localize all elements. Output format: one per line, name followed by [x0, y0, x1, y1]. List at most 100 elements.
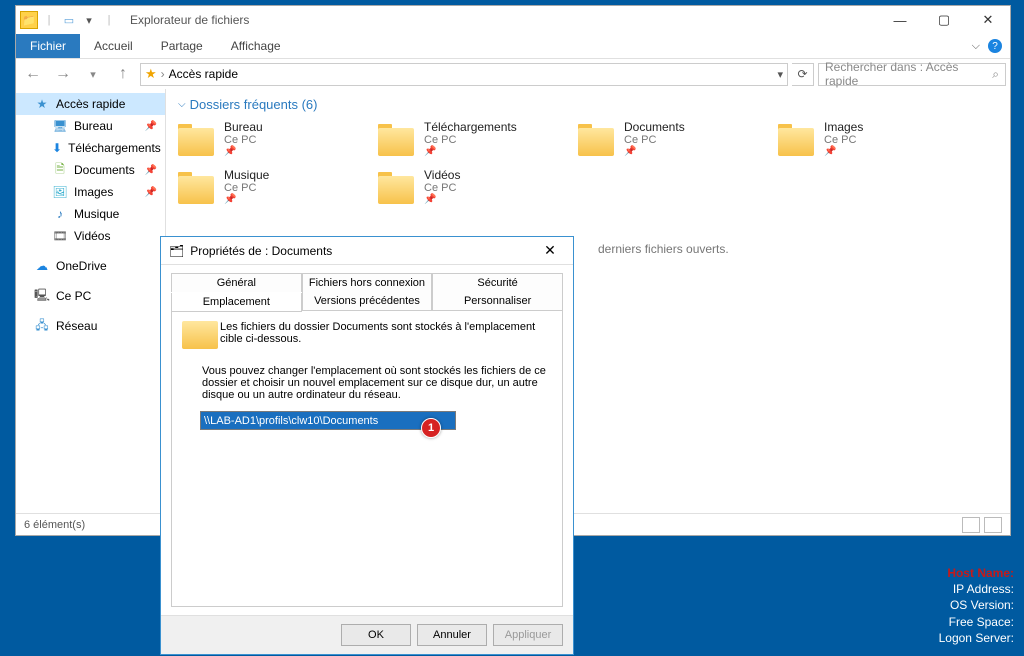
location-desc-1: Les fichiers du dossier Documents sont s…	[220, 321, 552, 351]
back-button[interactable]: ←	[20, 61, 46, 87]
os-label: OS Version:	[939, 597, 1014, 613]
desktop-icon: 🖥	[52, 118, 68, 134]
pin-icon: 📌	[424, 194, 460, 205]
tab-share[interactable]: Partage	[147, 34, 217, 58]
ok-button[interactable]: OK	[341, 624, 411, 646]
view-details-button[interactable]	[962, 517, 980, 533]
tab-location[interactable]: Emplacement	[171, 293, 302, 312]
qat-dropdown-icon[interactable]: ▾	[80, 11, 98, 29]
folder-card[interactable]: Images Ce PC 📌	[778, 120, 958, 158]
cancel-button[interactable]: Annuler	[417, 624, 487, 646]
explorer-icon: 📁	[20, 11, 38, 29]
folder-card[interactable]: Documents Ce PC 📌	[578, 120, 758, 158]
dialog-close-button[interactable]: ✕	[535, 239, 565, 263]
folder-card[interactable]: Bureau Ce PC 📌	[178, 120, 358, 158]
quick-access-icon: ★	[145, 66, 157, 82]
tab-body: Les fichiers du dossier Documents sont s…	[171, 311, 563, 607]
close-button[interactable]: ✕	[966, 6, 1010, 34]
section-frequent-folders[interactable]: ⌵ Dossiers fréquents (6)	[178, 97, 998, 112]
search-icon: ⌕	[992, 67, 999, 82]
window-title: Explorateur de fichiers	[130, 13, 249, 27]
folder-location: Ce PC	[624, 134, 685, 146]
folder-card[interactable]: Musique Ce PC 📌	[178, 168, 358, 206]
search-placeholder: Rechercher dans : Accès rapide	[825, 60, 992, 88]
image-icon: 🖼	[52, 184, 68, 200]
sidebar-network[interactable]: 🖧Réseau	[16, 315, 165, 337]
cloud-icon: ☁	[34, 258, 50, 274]
tab-view[interactable]: Affichage	[217, 34, 295, 58]
help-icon[interactable]: ?	[988, 39, 1002, 53]
folder-icon	[178, 120, 216, 158]
tab-customize[interactable]: Personnaliser	[432, 292, 563, 311]
refresh-button[interactable]: ⟳	[792, 63, 814, 86]
pin-icon: 📌	[224, 146, 263, 157]
address-bar[interactable]: ★ › Accès rapide ▾	[140, 63, 788, 86]
qat-separator: |	[100, 11, 118, 29]
pin-icon: 📌	[145, 165, 157, 176]
forward-button[interactable]: →	[50, 61, 76, 87]
location-desc-2: Vous pouvez changer l'emplacement où son…	[182, 361, 552, 411]
tab-general[interactable]: Général	[171, 273, 302, 292]
apply-button[interactable]: Appliquer	[493, 624, 563, 646]
address-dropdown-icon[interactable]: ▾	[777, 68, 783, 81]
dialog-buttons: OK Annuler Appliquer	[161, 615, 573, 654]
folder-icon	[178, 168, 216, 206]
sidebar-item-videos[interactable]: 🎞Vidéos	[16, 225, 165, 247]
sidebar-thispc[interactable]: 🖳Ce PC	[16, 285, 165, 307]
minimize-button[interactable]: —	[878, 6, 922, 34]
download-icon: ⬇	[52, 140, 62, 156]
up-button[interactable]: ↑	[110, 61, 136, 87]
folder-icon	[578, 120, 616, 158]
sidebar-item-bureau[interactable]: 🖥Bureau📌	[16, 115, 165, 137]
desktop-info: Host Name: IP Address: OS Version: Free …	[939, 565, 1014, 646]
properties-dialog: 🗂 Propriétés de : Documents ✕ Général Fi…	[160, 236, 574, 655]
annotation-callout-1: 1	[421, 418, 441, 438]
folder-location: Ce PC	[224, 182, 269, 194]
tab-file[interactable]: Fichier	[16, 34, 80, 58]
sidebar-item-documents[interactable]: 🗎Documents📌	[16, 159, 165, 181]
qat-properties-icon[interactable]: ▭	[60, 11, 78, 29]
hostname-label: Host Name:	[939, 565, 1014, 581]
recent-files-note: derniers fichiers ouverts.	[598, 242, 729, 256]
tab-home[interactable]: Accueil	[80, 34, 147, 58]
dialog-title: Propriétés de : Documents	[190, 244, 332, 258]
pin-icon: 📌	[424, 146, 517, 157]
folder-card[interactable]: Téléchargements Ce PC 📌	[378, 120, 558, 158]
folder-name: Images	[824, 120, 863, 134]
network-icon: 🖧	[34, 318, 50, 334]
folder-location: Ce PC	[224, 134, 263, 146]
status-count: 6 élément(s)	[24, 519, 85, 531]
titlebar[interactable]: 📁 | ▭ ▾ | Explorateur de fichiers — ▢ ✕	[16, 6, 1010, 34]
pc-icon: 🖳	[34, 288, 50, 304]
sidebar-quick-access[interactable]: ★ Accès rapide	[16, 93, 165, 115]
ribbon-tabs: Fichier Accueil Partage Affichage ⌵ ?	[16, 34, 1010, 59]
breadcrumb[interactable]: Accès rapide	[169, 67, 238, 81]
folder-name: Téléchargements	[424, 120, 517, 134]
folder-icon	[378, 120, 416, 158]
sidebar-item-downloads[interactable]: ⬇Téléchargements📌	[16, 137, 165, 159]
folder-card[interactable]: Vidéos Ce PC 📌	[378, 168, 558, 206]
tab-previous-versions[interactable]: Versions précédentes	[302, 292, 433, 311]
logonserver-label: Logon Server:	[939, 630, 1014, 646]
dialog-icon: 🗂	[169, 244, 184, 258]
music-icon: ♪	[52, 206, 68, 222]
ribbon-expand-icon[interactable]: ⌵	[972, 40, 980, 53]
dialog-titlebar[interactable]: 🗂 Propriétés de : Documents ✕	[161, 237, 573, 265]
pin-icon: 📌	[824, 146, 863, 157]
sidebar-item-images[interactable]: 🖼Images📌	[16, 181, 165, 203]
maximize-button[interactable]: ▢	[922, 6, 966, 34]
sidebar-item-music[interactable]: ♪Musique	[16, 203, 165, 225]
view-large-button[interactable]	[984, 517, 1002, 533]
tab-offline-files[interactable]: Fichiers hors connexion	[302, 273, 433, 292]
location-path-input[interactable]: \\LAB-AD1\profils\clw10\Documents	[200, 411, 456, 430]
pin-icon: 📌	[145, 121, 157, 132]
recent-dropdown[interactable]: ▾	[80, 61, 106, 87]
folder-location: Ce PC	[824, 134, 863, 146]
tab-security[interactable]: Sécurité	[432, 273, 563, 292]
search-input[interactable]: Rechercher dans : Accès rapide ⌕	[818, 63, 1006, 86]
folder-location: Ce PC	[424, 182, 460, 194]
pin-icon: 📌	[624, 146, 685, 157]
star-icon: ★	[34, 96, 50, 112]
folder-name: Musique	[224, 168, 269, 182]
sidebar-onedrive[interactable]: ☁OneDrive	[16, 255, 165, 277]
